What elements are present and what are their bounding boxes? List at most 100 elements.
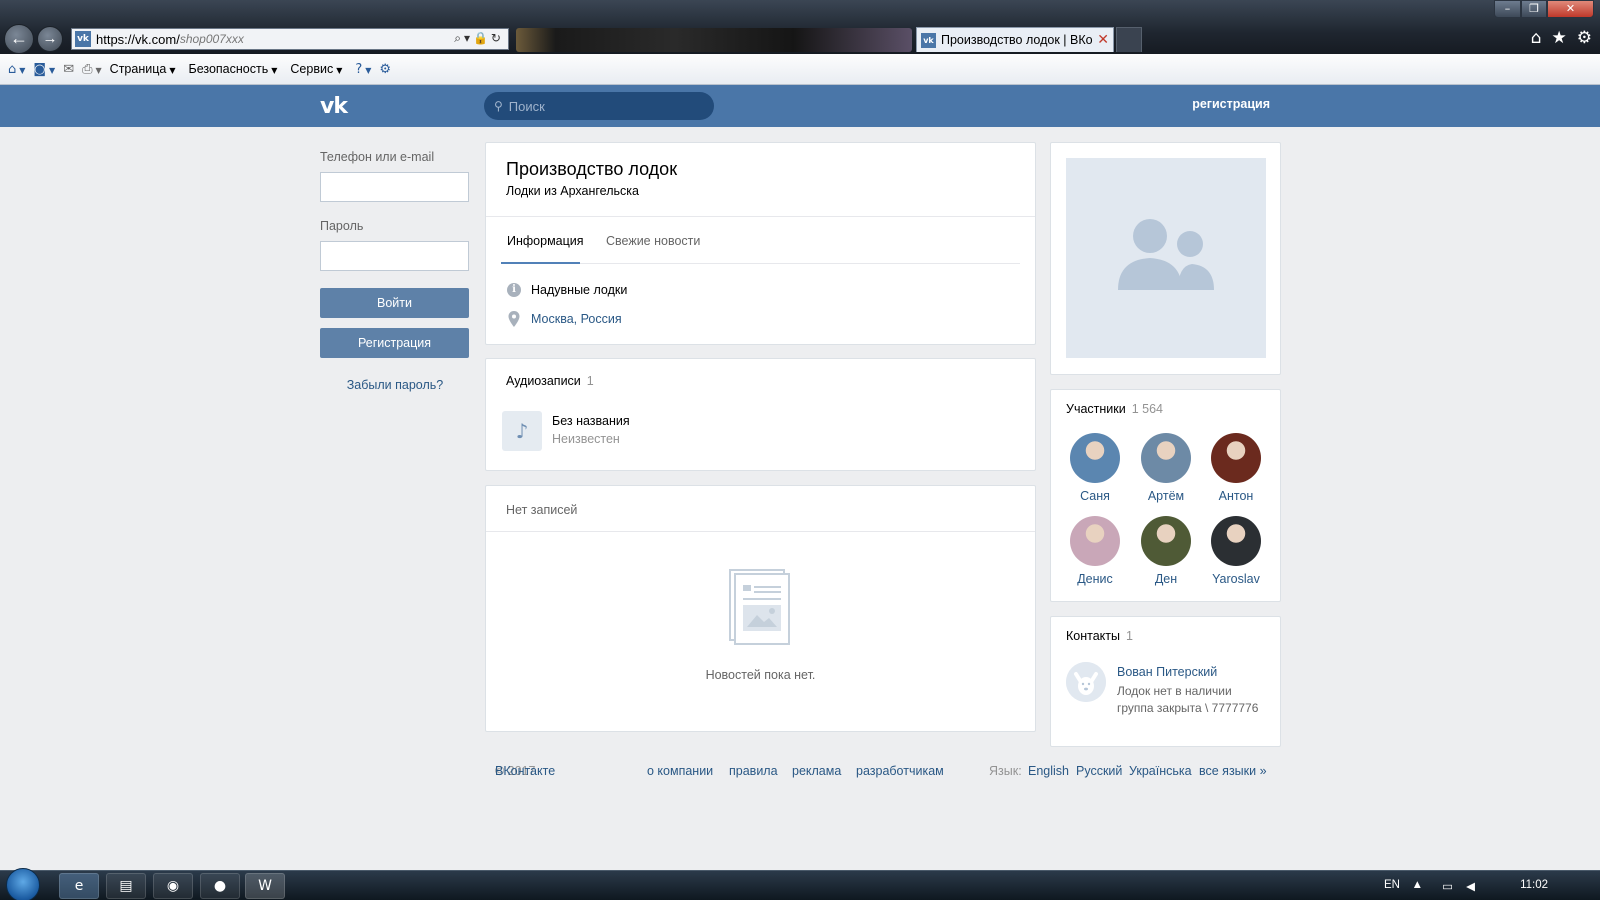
group-photo-card	[1050, 142, 1281, 375]
favorites-star-icon[interactable]: ★	[1552, 28, 1567, 48]
settings-icon[interactable]: ⚙	[379, 62, 391, 77]
avatar	[1070, 433, 1120, 483]
volume-icon[interactable]: ◀	[1466, 879, 1475, 893]
track-title[interactable]: Без названия	[552, 414, 630, 428]
audio-title: Аудиозаписи	[506, 374, 581, 388]
location-row[interactable]: Москва, Россия	[507, 311, 622, 327]
gear-icon[interactable]: ⚙	[1577, 28, 1592, 48]
browser-tools: ⌂ ★ ⚙	[1531, 28, 1592, 48]
footer-lang-ukrainian[interactable]: Українська	[1129, 764, 1192, 778]
contacts-card: Контакты 1 Вован Питерский Лодок нет в на…	[1050, 616, 1281, 747]
audio-count: 1	[586, 374, 594, 388]
active-tab-indicator	[501, 262, 580, 264]
audio-card: Аудиозаписи 1 ♪ Без названия Неизвестен	[485, 358, 1036, 471]
search-placeholder: Поиск	[508, 98, 545, 114]
audio-header[interactable]: Аудиозаписи 1	[506, 374, 594, 388]
password-label: Пароль	[320, 219, 364, 233]
avatar	[1141, 516, 1191, 566]
menu-tools[interactable]: Сервис ▼	[290, 62, 342, 76]
group-info-card: Производство лодок Лодки из Архангельска…	[485, 142, 1036, 345]
menu-tools-label: Сервис	[290, 62, 334, 76]
print-icon[interactable]: ⎙ ▼	[82, 62, 102, 77]
footer-link-about[interactable]: о компании	[647, 764, 713, 778]
language-indicator[interactable]: EN	[1384, 879, 1400, 891]
page-title: Производство лодок	[506, 159, 678, 179]
phone-input[interactable]	[320, 172, 469, 202]
avatar	[1070, 516, 1120, 566]
new-tab-button[interactable]	[1116, 27, 1142, 52]
login-button[interactable]: Войти	[320, 288, 469, 318]
home-icon[interactable]: ⌂ ▼	[8, 62, 25, 77]
member-item[interactable]: Антон	[1203, 433, 1269, 503]
forward-button[interactable]: →	[37, 26, 63, 52]
group-avatar[interactable]	[1066, 158, 1266, 358]
word-taskbar-icon[interactable]: W	[245, 873, 285, 899]
avatar[interactable]	[1066, 662, 1106, 702]
ie-taskbar-icon[interactable]: e	[59, 873, 99, 899]
help-icon[interactable]: ? ▼	[355, 62, 371, 77]
vk-favicon-icon: vk	[75, 31, 91, 47]
music-note-icon[interactable]: ♪	[502, 411, 542, 451]
footer-lang-russian[interactable]: Русский	[1076, 764, 1122, 778]
address-actions-icon[interactable]: ⌕▾🔒↻	[454, 31, 504, 46]
empty-document-icon	[729, 569, 790, 645]
register-button[interactable]: Регистрация	[320, 328, 469, 358]
member-item[interactable]: Денис	[1062, 516, 1128, 586]
member-item[interactable]: Артём	[1133, 433, 1199, 503]
footer-lang-all[interactable]: все языки »	[1199, 764, 1267, 778]
contacts-header[interactable]: Контакты 1	[1066, 629, 1133, 643]
tab-active[interactable]: vk Производство лодок | ВКо... ✕	[916, 27, 1114, 52]
url-host: https://vk.com/	[96, 31, 180, 47]
tab-close-icon[interactable]: ✕	[1097, 32, 1109, 48]
address-bar[interactable]: vk https://vk.com/shop007xxx ⌕▾🔒↻	[71, 28, 509, 50]
group-location[interactable]: Москва, Россия	[531, 312, 622, 326]
register-link[interactable]: регистрация	[1192, 97, 1270, 111]
chrome-taskbar-icon[interactable]: ◉	[153, 873, 193, 899]
footer-link-rules[interactable]: правила	[729, 764, 778, 778]
contact-name[interactable]: Вован Питерский	[1117, 665, 1217, 679]
empty-wall-text: Новостей пока нет.	[705, 668, 816, 682]
divider	[486, 531, 1035, 532]
contacts-count: 1	[1126, 629, 1133, 643]
community-icon	[1118, 219, 1214, 290]
footer-link-developers[interactable]: разработчикам	[856, 764, 944, 778]
tray-expand-icon[interactable]: ▲	[1412, 879, 1423, 891]
explorer-taskbar-icon[interactable]: ▤	[106, 873, 146, 899]
network-icon[interactable]: ▭	[1442, 879, 1453, 893]
windows-taskbar: e ▤ ◉ ● W EN ▲ ▭ ◀ 11:02	[0, 868, 1600, 900]
back-button[interactable]: ←	[4, 24, 34, 54]
footer-lang-label: Язык:	[989, 764, 1022, 778]
footer-link-ads[interactable]: реклама	[792, 764, 841, 778]
tab-obscured[interactable]	[516, 28, 912, 52]
footer-brand-label: ВКонтакте	[495, 764, 556, 778]
browser-titlebar: ← → vk https://vk.com/shop007xxx ⌕▾🔒↻ vk…	[0, 0, 1600, 54]
menu-page[interactable]: Страница ▼	[110, 62, 176, 76]
password-input[interactable]	[320, 241, 469, 271]
phone-label: Телефон или e-mail	[320, 150, 435, 164]
member-item[interactable]: Yaroslav	[1203, 516, 1269, 586]
menu-security[interactable]: Безопасность ▼	[188, 62, 277, 76]
search-icon: ⚲	[494, 99, 503, 113]
member-item[interactable]: Ден	[1133, 516, 1199, 586]
tab-news[interactable]: Свежие новости	[606, 234, 700, 248]
wall-header: Нет записей	[506, 503, 578, 517]
firefox-taskbar-icon[interactable]: ●	[200, 873, 240, 899]
search-input[interactable]: ⚲ Поиск	[484, 92, 714, 120]
vk-logo[interactable]: vk	[320, 94, 348, 119]
maximize-button[interactable]: ❐	[1521, 0, 1547, 18]
home-icon[interactable]: ⌂	[1531, 28, 1542, 48]
close-window-button[interactable]: ✕	[1547, 0, 1594, 18]
start-button[interactable]	[6, 868, 40, 900]
clock[interactable]: 11:02	[1520, 879, 1548, 891]
members-header[interactable]: Участники 1 564	[1066, 402, 1163, 416]
footer-brand[interactable]: ВКонтакте © 2017	[495, 764, 555, 778]
member-name: Артём	[1147, 489, 1185, 503]
member-item[interactable]: Саня	[1062, 433, 1128, 503]
footer-lang-english[interactable]: English	[1028, 764, 1069, 778]
feeds-icon[interactable]: ◙ ▼	[33, 62, 55, 77]
tab-info[interactable]: Информация	[507, 234, 584, 248]
forgot-password-link[interactable]: Забыли пароль?	[320, 378, 470, 392]
tab-title: Производство лодок | ВКо...	[941, 33, 1094, 47]
minimize-button[interactable]: –	[1494, 0, 1521, 18]
mail-icon[interactable]: ✉	[63, 62, 74, 77]
